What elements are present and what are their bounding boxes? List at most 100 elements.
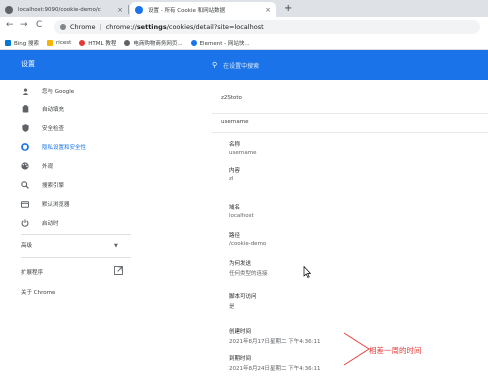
url-separator: | — [99, 23, 102, 31]
search-placeholder: 在设置中搜索 — [223, 62, 260, 70]
cookie-field-domain: 域名 localhost — [229, 203, 479, 219]
field-value: 2021年8月24日星期二 下午4:36:11 — [229, 366, 321, 372]
bookmark-label: 电商购物商务网页... — [133, 40, 183, 47]
browser-label: Chrome — [70, 23, 96, 31]
bookmark-label: HTML 教程 — [88, 40, 117, 47]
settings-title: 设置 — [21, 60, 35, 68]
bookmark-element[interactable]: Element - 网站快... — [190, 39, 250, 47]
sidebar-item-label: 自动填充 — [42, 107, 65, 113]
cookie-entry[interactable]: username — [221, 119, 249, 125]
sidebar-item-default-browser[interactable]: 默认浏览器 — [21, 197, 70, 211]
field-value: 是 — [229, 304, 235, 310]
globe-icon — [5, 5, 13, 14]
cookie-entry[interactable]: z2Stoto — [221, 95, 242, 101]
cookie-field-script-access: 脚本可访问 是 — [229, 292, 479, 310]
field-label: 名称 — [229, 142, 241, 148]
chevron-down-icon: ▼ — [114, 243, 118, 249]
sidebar-item-you-and-google[interactable]: 您与 Google — [21, 84, 74, 98]
sidebar-item-label: 扩展程序 — [21, 270, 44, 276]
folder-icon — [47, 39, 54, 46]
bookmark-shopping[interactable]: 电商购物商务网页... — [124, 39, 183, 47]
cookie-field-content: 内容 zl — [229, 166, 479, 182]
palette-icon — [21, 162, 29, 170]
cookie-field-name: 名称 username — [229, 140, 479, 156]
field-label: 路径 — [229, 233, 241, 239]
sidebar-item-autofill[interactable]: 自动填充 — [21, 102, 64, 116]
site-icon — [79, 39, 86, 46]
privacy-shield-icon — [21, 143, 29, 151]
tab-cookie-demo[interactable]: localhost:9090/cookie-demo/c × — [0, 2, 128, 17]
sidebar-item-label: 启动时 — [42, 221, 59, 227]
settings-sidebar: 您与 Google 自动填充 安全检查 隐私设置和安全性 外观 搜索引擎 默认浏… — [0, 80, 212, 388]
tab-strip: localhost:9090/cookie-demo/c × 设置 - 所有 C… — [0, 0, 488, 17]
browser-toolbar: ← → C Chrome | chrome:// settings /cooki… — [0, 17, 488, 36]
bing-icon — [5, 39, 11, 46]
clipboard-icon — [21, 105, 29, 113]
sidebar-item-extensions[interactable]: 扩展程序 — [21, 265, 43, 279]
search-icon — [21, 181, 29, 189]
cookie-field-path: 路径 /cookie-demo — [229, 231, 479, 247]
sidebar-item-about-chrome[interactable]: 关于 Chrome — [21, 285, 55, 299]
element-icon — [190, 39, 197, 46]
mouse-cursor-icon — [303, 265, 312, 281]
bookmarks-bar: Bing 搜索 ricest HTML 教程 电商购物商务网页... Eleme… — [0, 36, 488, 50]
sidebar-item-on-startup[interactable]: 启动时 — [21, 216, 59, 230]
bookmark-bing[interactable]: Bing 搜索 — [5, 39, 39, 47]
field-value: zl — [229, 176, 234, 182]
sidebar-item-label: 隐私设置和安全性 — [42, 145, 87, 151]
cookie-field-created: 创建时间 2021年8月17日星期二 下午4:36:11 — [229, 327, 479, 345]
sidebar-divider — [21, 234, 131, 235]
sidebar-item-label: 高级 — [21, 243, 33, 249]
chrome-icon — [60, 24, 66, 30]
tab-close-icon[interactable]: × — [117, 6, 123, 14]
field-value: username — [229, 150, 257, 156]
person-icon — [21, 87, 29, 95]
cookie-field-expires: 到期时间 2021年8月24日星期二 下午4:36:11 — [229, 354, 479, 372]
address-bar[interactable]: Chrome | chrome:// settings /cookies/det… — [54, 20, 480, 34]
sidebar-item-label: 默认浏览器 — [42, 202, 70, 208]
bookmark-html-tutorial[interactable]: HTML 教程 — [79, 39, 116, 47]
field-value: localhost — [229, 213, 254, 219]
sidebar-item-search-engine[interactable]: 搜索引擎 — [21, 178, 64, 192]
bookmark-label: Bing 搜索 — [14, 40, 40, 47]
sidebar-item-privacy-security[interactable]: 隐私设置和安全性 — [21, 140, 86, 154]
field-label: 域名 — [229, 205, 241, 211]
back-button[interactable]: ← — [6, 20, 14, 30]
sidebar-item-appearance[interactable]: 外观 — [21, 159, 53, 173]
tab-divider — [128, 5, 129, 14]
tab-title: 设置 - 所有 Cookie 和网站数据 — [148, 7, 226, 14]
field-value: /cookie-demo — [229, 241, 267, 247]
url-prefix: chrome:// — [105, 23, 137, 31]
sidebar-item-label: 关于 Chrome — [21, 290, 56, 296]
bookmark-folder[interactable]: ricest — [47, 39, 72, 46]
sidebar-item-label: 安全检查 — [42, 126, 65, 132]
tab-settings[interactable]: 设置 - 所有 Cookie 和网站数据 × — [130, 2, 276, 17]
field-label: 为何发送 — [229, 261, 252, 267]
new-tab-button[interactable]: + — [284, 3, 292, 14]
settings-search[interactable]: ⚲ 在设置中搜索 — [212, 58, 488, 72]
forward-button[interactable]: → — [20, 20, 28, 30]
sidebar-item-advanced[interactable]: 高级 — [21, 238, 32, 252]
browser-icon — [21, 200, 29, 208]
url-path: /cookies/detail?site=localhost — [166, 23, 264, 31]
url-host: settings — [136, 23, 167, 31]
sidebar-item-label: 搜索引擎 — [42, 183, 65, 189]
power-icon — [21, 219, 29, 227]
bookmark-label: ricest — [56, 39, 72, 46]
sidebar-divider — [21, 257, 131, 258]
cookie-field-send-for: 为何发送 任何类型的连接 — [229, 259, 479, 277]
open-in-new-icon — [114, 266, 123, 277]
bookmark-label: Element - 网站快... — [199, 40, 250, 47]
field-label: 到期时间 — [229, 356, 252, 362]
tab-close-icon[interactable]: × — [265, 6, 271, 14]
settings-header: 设置 ⚲ 在设置中搜索 — [0, 50, 488, 80]
field-label: 脚本可访问 — [229, 294, 257, 300]
sidebar-item-label: 外观 — [42, 164, 54, 170]
reload-button[interactable]: C — [36, 20, 42, 30]
field-label: 创建时间 — [229, 329, 252, 335]
sidebar-item-safety-check[interactable]: 安全检查 — [21, 121, 64, 135]
tab-title: localhost:9090/cookie-demo/c — [18, 6, 101, 13]
row-divider — [212, 113, 488, 114]
globe-icon — [124, 39, 131, 46]
gear-icon — [135, 5, 143, 14]
